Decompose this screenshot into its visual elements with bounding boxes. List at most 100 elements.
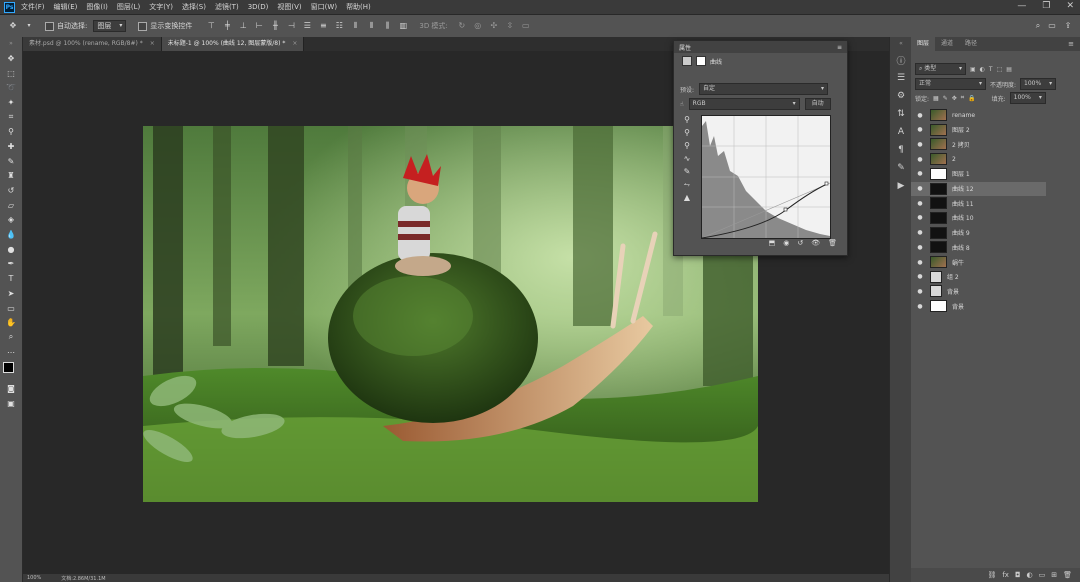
info-icon[interactable]: ⓘ <box>890 51 912 69</box>
lasso-tool-icon[interactable]: ➰ <box>0 80 22 95</box>
collapse-icon[interactable]: » <box>0 37 22 51</box>
close-icon[interactable]: × <box>150 40 155 47</box>
white-point-eyedropper-icon[interactable]: ⚲ <box>678 141 696 154</box>
collapse-icon[interactable]: « <box>890 37 912 51</box>
color-swatches[interactable] <box>0 359 22 381</box>
pen-tool-icon[interactable]: ✒ <box>0 257 22 272</box>
reset-icon[interactable]: ↺ <box>797 239 803 251</box>
3d-pan-icon[interactable]: ✣ <box>489 21 499 31</box>
visibility-eye-icon[interactable]: ● <box>914 126 926 133</box>
filter-shape-icon[interactable]: ⬚ <box>997 66 1003 73</box>
quick-mask-icon[interactable]: ◙ <box>0 381 22 396</box>
curve-edit-icon[interactable]: ∿ <box>678 154 696 167</box>
new-group-icon[interactable]: ▭ <box>1039 571 1046 579</box>
menu-edit[interactable]: 编辑(E) <box>54 2 78 12</box>
auto-select-dropdown[interactable]: 图层 <box>93 20 127 32</box>
eyedropper-tool-icon[interactable]: ⚲ <box>0 124 22 139</box>
mask-icon[interactable] <box>696 56 706 66</box>
move-tool-icon[interactable]: ✥ <box>8 21 18 31</box>
restore-icon[interactable]: ❐ <box>1042 1 1050 11</box>
align-top-icon[interactable]: ⊤ <box>206 21 216 31</box>
black-point-eyedropper-icon[interactable]: ⚲ <box>678 115 696 128</box>
menu-image[interactable]: 图像(I) <box>86 2 108 12</box>
shape-tool-icon[interactable]: ▭ <box>0 301 22 316</box>
delete-layer-icon[interactable]: 🗑 <box>1063 571 1072 579</box>
lock-all-icon[interactable]: 🔒 <box>968 95 975 102</box>
minimize-icon[interactable]: — <box>1017 1 1026 11</box>
move-tool-icon[interactable]: ✥ <box>0 51 22 66</box>
menu-3d[interactable]: 3D(D) <box>248 3 269 11</box>
close-icon[interactable]: × <box>292 40 297 47</box>
more-tools-icon[interactable]: ⋯ <box>0 345 22 360</box>
smooth-icon[interactable]: ⥊ <box>678 180 696 193</box>
menu-filter[interactable]: 滤镜(T) <box>215 2 239 12</box>
visibility-icon[interactable]: 👁 <box>811 239 820 251</box>
foreground-color-icon[interactable] <box>3 362 14 374</box>
adjustments-icon[interactable]: ☰ <box>890 69 912 87</box>
menu-layer[interactable]: 图层(L) <box>117 2 140 12</box>
lock-transparent-icon[interactable]: ▦ <box>933 95 939 102</box>
eraser-tool-icon[interactable]: ▱ <box>0 198 22 213</box>
view-previous-icon[interactable]: ◉ <box>783 239 789 251</box>
layer-row[interactable]: ● 曲线 8 <box>911 240 1046 254</box>
paragraph-icon[interactable]: ¶ <box>890 141 912 159</box>
magic-wand-tool-icon[interactable]: ✦ <box>0 95 22 110</box>
layer-row[interactable]: ● 曲线 11 <box>911 196 1046 210</box>
visibility-eye-icon[interactable]: ● <box>914 273 926 280</box>
layer-row[interactable]: ● 2 <box>911 152 1046 166</box>
sliders-icon[interactable]: ⇅ <box>890 105 912 123</box>
visibility-eye-icon[interactable]: ● <box>914 303 926 310</box>
lock-artboard-icon[interactable]: ⌗ <box>961 94 964 102</box>
character-icon[interactable]: A <box>890 123 912 141</box>
auto-select-checkbox[interactable] <box>45 21 54 31</box>
new-layer-icon[interactable]: ⊞ <box>1051 571 1057 579</box>
lock-position-icon[interactable]: ✥ <box>952 95 957 102</box>
marquee-tool-icon[interactable]: ⬚ <box>0 66 22 81</box>
3d-roll-icon[interactable]: ◎ <box>473 21 483 31</box>
brush-settings-icon[interactable]: ✎ <box>890 159 912 177</box>
doc-size[interactable]: 文档:2.86M/31.1M <box>61 575 105 582</box>
align-hcenter-icon[interactable]: ╫ <box>270 21 280 31</box>
layer-row[interactable]: ● 蜗牛 <box>911 255 1046 269</box>
path-selection-tool-icon[interactable]: ➤ <box>0 286 22 301</box>
distribute-vcenter-icon[interactable]: ≡ <box>318 21 328 31</box>
layer-row[interactable]: ● 曲线 9 <box>911 226 1046 240</box>
workspace-icon[interactable]: ▭ <box>1047 21 1057 31</box>
close-icon[interactable]: ✕ <box>1066 1 1074 11</box>
menu-file[interactable]: 文件(F) <box>21 2 45 12</box>
visibility-eye-icon[interactable]: ● <box>914 229 926 236</box>
tab-channels[interactable]: 通道 <box>935 37 959 51</box>
share-icon[interactable]: ⇪ <box>1063 21 1073 31</box>
layer-row[interactable]: ● 曲线 12 <box>911 181 1046 196</box>
visibility-eye-icon[interactable]: ● <box>914 141 926 148</box>
add-mask-icon[interactable]: ◘ <box>1015 571 1021 579</box>
clone-stamp-tool-icon[interactable]: ♜ <box>0 169 22 184</box>
search-icon[interactable]: ⌕ <box>1033 21 1043 31</box>
visibility-eye-icon[interactable]: ● <box>914 170 926 177</box>
brush-tool-icon[interactable]: ✎ <box>0 154 22 169</box>
blend-mode-dropdown[interactable]: 正常 <box>915 78 986 90</box>
auto-button[interactable]: 自动 <box>804 98 831 110</box>
show-transform-checkbox[interactable] <box>138 21 148 31</box>
visibility-eye-icon[interactable]: ● <box>914 288 926 295</box>
preset-dropdown[interactable]: 自定 <box>699 83 829 95</box>
healing-brush-tool-icon[interactable]: ✚ <box>0 139 22 154</box>
distribute-hcenter-icon[interactable]: ⦀ <box>366 21 376 31</box>
align-right-icon[interactable]: ⊣ <box>286 21 296 31</box>
distribute-right-icon[interactable]: ⫼ <box>382 21 392 31</box>
3d-scale-icon[interactable]: ▭ <box>521 21 531 31</box>
crop-tool-icon[interactable]: ⌗ <box>0 110 22 125</box>
layer-row[interactable]: ● 组 2 <box>911 270 1046 284</box>
zoom-level[interactable]: 100% <box>27 575 41 581</box>
distribute-left-icon[interactable]: ⫴ <box>350 21 360 31</box>
tab-paths[interactable]: 路径 <box>959 37 983 51</box>
filter-smart-icon[interactable]: ▤ <box>1006 66 1012 73</box>
dodge-tool-icon[interactable]: ● <box>0 242 22 257</box>
distribute-top-icon[interactable]: ☰ <box>302 21 312 31</box>
menu-help[interactable]: 帮助(H) <box>346 2 371 12</box>
tab-untitled-doc[interactable]: 未标题-1 @ 100% (曲线 12, 图层蒙版/8) * × <box>161 37 305 51</box>
visibility-eye-icon[interactable]: ● <box>914 259 926 266</box>
layer-row[interactable]: ● 图层 1 <box>911 167 1046 181</box>
layer-row[interactable]: ● 背景 <box>911 299 1046 313</box>
menu-select[interactable]: 选择(S) <box>182 2 206 12</box>
